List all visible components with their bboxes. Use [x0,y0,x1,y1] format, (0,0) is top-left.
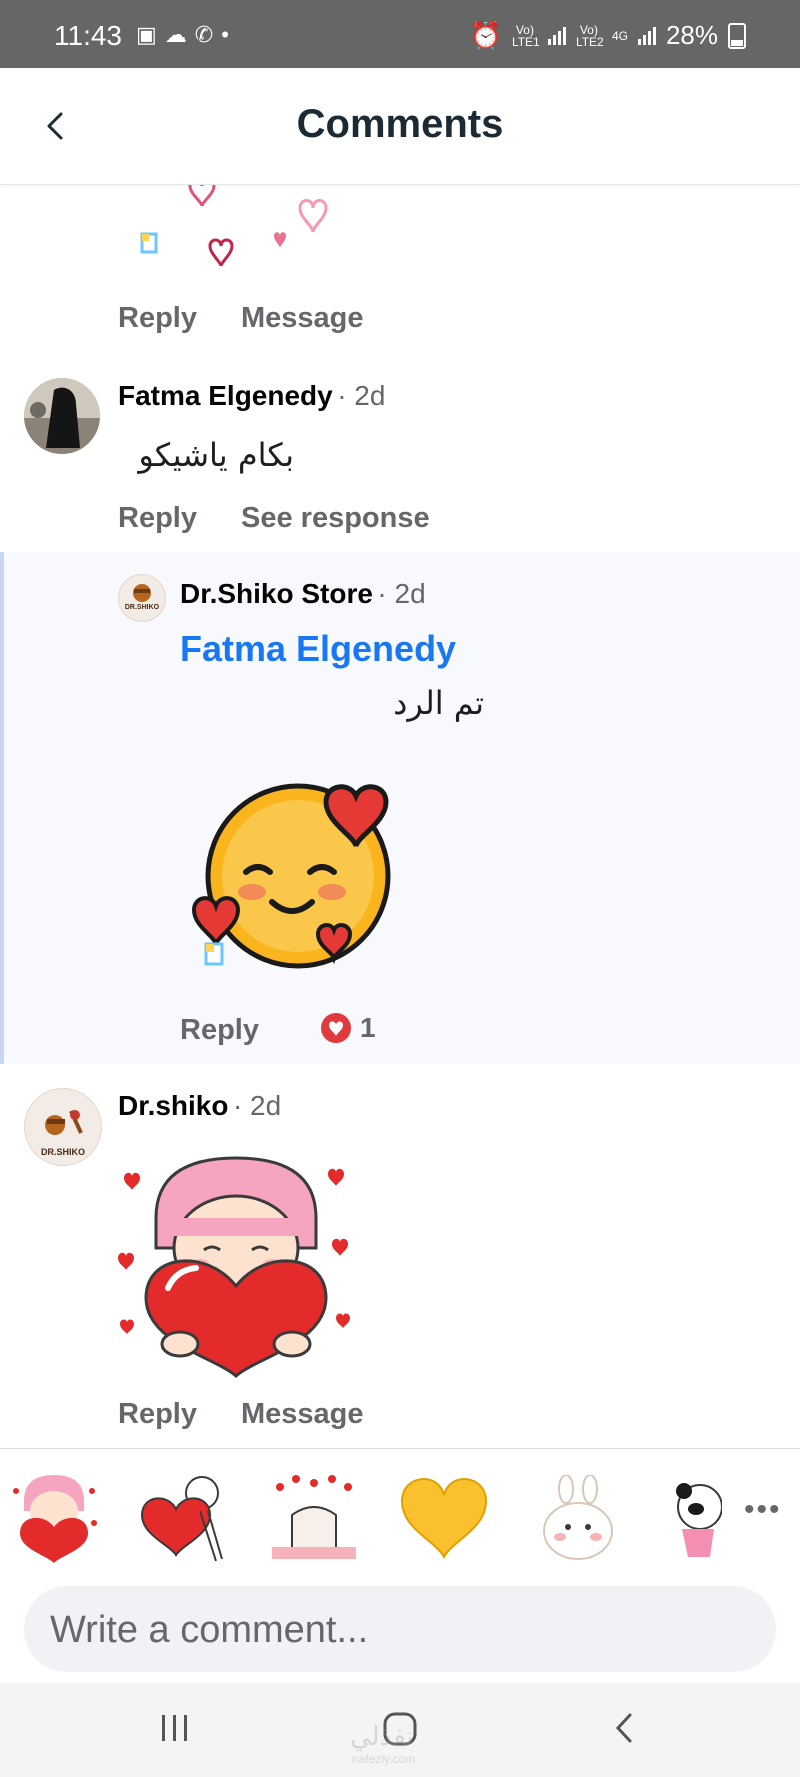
whatsapp-icon: ✆ [194,22,222,47]
panda-sticker[interactable] [670,1477,722,1557]
cat-hearts-sticker[interactable] [268,1471,360,1563]
comment-time: · 2d [377,578,426,609]
yellow-heart-sticker[interactable] [398,1471,490,1559]
status-right-icons: ⏰ Vo) LTE1 Vo) LTE2 4G 28% [470,20,746,51]
girl-heart-sticker[interactable] [10,1471,98,1563]
comment-sticker-partial [120,170,360,280]
girl-heart-sticker [116,1148,356,1380]
avatar[interactable]: DR.SHIKO [24,1088,102,1166]
comment-author[interactable]: Dr.Shiko Store [180,578,373,609]
see-response-button[interactable]: See response [241,502,430,535]
comment-author[interactable]: Fatma Elgenedy [118,380,333,411]
avatar[interactable]: DR.SHIKO [118,574,166,622]
signal-icon [547,26,566,45]
hearts-sticker [140,178,328,267]
avatar[interactable] [24,378,100,454]
cloud-icon: ☁ [164,22,195,47]
watermark-logo: نفذلي [350,1722,414,1752]
battery-icon [728,22,746,49]
status-bar: 11:43 ▣☁✆• ⏰ Vo) LTE1 Vo) LTE2 4G 28% [0,0,800,68]
image-icon: ▣ [136,22,165,47]
reaction-summary[interactable]: 1 [320,1012,376,1044]
dot-icon: • [221,22,237,47]
message-button[interactable]: Message [241,1398,364,1431]
network-label: 4G [611,28,628,43]
battery-percent: 28% [665,20,718,50]
heart-hug-sticker[interactable] [138,1471,230,1563]
message-button[interactable]: Message [241,302,364,335]
reply-button[interactable]: Reply [118,502,197,535]
more-horizontal-icon[interactable]: ••• [744,1493,782,1527]
bunny-sticker[interactable] [540,1475,616,1561]
reply-button[interactable]: Reply [118,1398,197,1431]
store-logo [133,584,151,602]
profile-photo [24,378,100,454]
recent-apps-icon[interactable] [158,1711,192,1745]
sim2-label: Vo) LTE2 [575,22,604,49]
avatar-logo-text: DR.SHIKO [124,604,160,611]
page-title: Comments [296,102,504,146]
status-notification-icons: ▣☁✆• [136,22,237,48]
reply-button[interactable]: Reply [180,1014,259,1047]
comment-time: · 2d [337,380,386,411]
back-nav-icon[interactable] [608,1711,642,1745]
reaction-count: 1 [360,1012,376,1043]
alarm-icon: ⏰ [469,20,502,50]
comment-composer [24,1586,776,1674]
sticker-tray: ••• [0,1448,800,1581]
comments-header: Comments [0,68,800,185]
comment-text: بكام ياشيكو [138,436,294,474]
comment-meta: Dr.shiko · 2d [118,1090,281,1122]
comment-time: · 2d [232,1090,282,1121]
avatar-logo-text: DR.SHIKO [40,1147,85,1157]
comment-author[interactable]: Dr.shiko [118,1090,228,1121]
reply-button[interactable]: Reply [118,302,197,335]
comment-meta: Fatma Elgenedy · 2d [118,380,385,412]
comment-meta: Dr.Shiko Store · 2d [180,578,426,610]
watermark-url: nafezly.com [352,1752,416,1766]
blush-emoji-sticker [186,774,412,974]
sim1-label: Vo) LTE1 [511,22,540,49]
status-time: 11:43 [54,20,122,51]
love-reaction-icon [321,1013,351,1043]
signal-icon [637,26,656,45]
comment-text: تم الرد [393,684,484,722]
comment-input[interactable] [48,1586,732,1674]
mention-link[interactable]: Fatma Elgenedy [180,628,456,670]
